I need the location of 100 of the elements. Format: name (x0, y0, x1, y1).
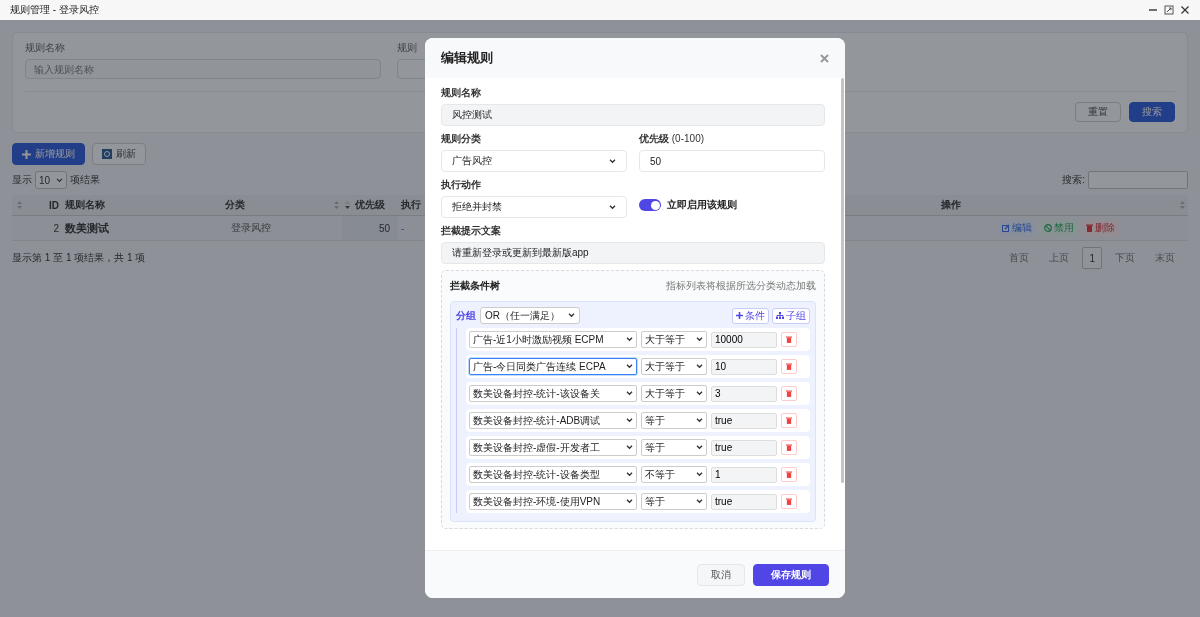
metric-select[interactable]: 广告-今日同类广告连续 ECPA (469, 358, 637, 375)
trash-icon (786, 336, 792, 343)
value-field[interactable]: 10 (711, 358, 777, 375)
logic-select[interactable]: OR（任一满足） (480, 307, 580, 324)
metric-select[interactable]: 广告-近1小时激励视频 ECPM (469, 331, 637, 348)
scrollbar[interactable] (841, 78, 844, 483)
chevron-icon (626, 499, 633, 504)
chevron-icon (626, 445, 633, 450)
metric-select[interactable]: 数美设备封控-统计-该设备关 (469, 385, 637, 402)
chevron-icon (626, 418, 633, 423)
trash-icon (1086, 224, 1093, 232)
chevron-icon (696, 445, 703, 450)
delete-button[interactable] (781, 359, 797, 374)
delete-button[interactable] (781, 386, 797, 401)
delete-button[interactable] (781, 440, 797, 455)
operator-select[interactable]: 大于等于 (641, 358, 707, 375)
operator-select[interactable]: 不等于 (641, 466, 707, 483)
chevron-icon (696, 418, 703, 423)
trash-icon (786, 498, 792, 505)
operator-select[interactable]: 等于 (641, 439, 707, 456)
trash-icon (786, 363, 792, 370)
column-header[interactable]: 规则名称 (65, 198, 105, 212)
metric-select[interactable]: 数美设备封控-环境-使用VPN (469, 493, 637, 510)
table-info: 显示第 1 至 1 项结果，共 1 项 (12, 251, 146, 265)
delete-button[interactable] (781, 494, 797, 509)
reset-button[interactable]: 重置 (1075, 102, 1121, 122)
ban-icon (1044, 224, 1052, 232)
field-label: 执行动作 (441, 178, 482, 192)
value-field[interactable]: true (711, 412, 777, 429)
field-label: 规则名称 (441, 86, 482, 100)
trash-icon (786, 390, 792, 397)
filter-label: 规则 (397, 41, 418, 55)
search-button[interactable]: 搜索 (1129, 102, 1175, 122)
field-label: 优先级 (0-100) (639, 132, 706, 146)
length-label: 显示 (12, 173, 32, 187)
priority-field[interactable]: 50 (639, 150, 825, 172)
chevron-icon (568, 313, 575, 318)
plus-icon (736, 312, 743, 319)
value-field[interactable]: 1 (711, 466, 777, 483)
search-label: 搜索: (1062, 173, 1085, 187)
chevron-icon (696, 499, 703, 504)
chevron-icon (626, 364, 633, 369)
field-label: 规则分类 (441, 132, 482, 146)
trash-icon (786, 471, 792, 478)
chevron-icon (626, 472, 633, 477)
operator-select[interactable]: 大于等于 (641, 331, 707, 348)
metric-select[interactable]: 数美设备封控-统计-ADB调试 (469, 412, 637, 429)
field-label: 拦截提示文案 (441, 224, 502, 238)
close-icon[interactable] (1180, 5, 1190, 15)
chevron-icon (626, 337, 633, 342)
operator-select[interactable]: 大于等于 (641, 385, 707, 402)
category-tag: 登录风控 (231, 221, 271, 235)
trash-icon (786, 444, 792, 451)
column-header[interactable]: 执行 (401, 198, 421, 212)
rule-name-field[interactable]: 风控测试 (441, 104, 825, 126)
table-cell: - (401, 222, 405, 234)
message-field[interactable]: 请重新登录或更新到最新版app (441, 242, 825, 264)
hierarchy-icon (776, 312, 784, 319)
value-field[interactable]: 10000 (711, 331, 777, 348)
column-header[interactable]: 分类 (225, 198, 245, 212)
maximize-icon[interactable] (1164, 5, 1174, 15)
value-field[interactable]: 3 (711, 385, 777, 402)
value-field[interactable]: true (711, 493, 777, 510)
chevron-icon (696, 472, 703, 477)
operator-select[interactable]: 等于 (641, 412, 707, 429)
filter-label: 规则名称 (25, 41, 66, 55)
delete-button[interactable] (781, 413, 797, 428)
metric-select[interactable]: 数美设备封控-虚假-开发者工 (469, 439, 637, 456)
enable-toggle[interactable] (639, 199, 661, 211)
cancel-button[interactable]: 取消 (697, 563, 745, 586)
refresh-icon (102, 149, 112, 159)
operator-select[interactable]: 等于 (641, 493, 707, 510)
add-rule-button[interactable]: 新增规则 (12, 143, 85, 165)
add-subgroup-button[interactable]: 子组 (772, 307, 810, 324)
add-condition-button[interactable]: 条件 (732, 307, 769, 324)
group-label: 分组 (456, 308, 476, 323)
page-button[interactable]: 1 (1082, 247, 1102, 269)
table-cell: 50 (342, 216, 398, 241)
page-length-select[interactable]: 10 (35, 171, 68, 189)
delete-button[interactable] (781, 332, 797, 347)
metric-select[interactable]: 数美设备封控-统计-设备类型 (469, 466, 637, 483)
save-button[interactable]: 保存规则 (753, 563, 829, 586)
edit-icon (1002, 224, 1010, 232)
column-header[interactable]: 操作 (941, 198, 961, 212)
refresh-button[interactable]: 刷新 (92, 143, 146, 165)
chevron-icon (696, 337, 703, 342)
value-field[interactable]: true (711, 439, 777, 456)
panel-hint: 指标列表将根据所选分类动态加载 (666, 279, 816, 293)
window-title: 规则管理 - 登录风控 (10, 3, 99, 17)
dialog-title: 编辑规则 (441, 49, 493, 67)
category-select[interactable]: 广告风控 (441, 150, 627, 172)
trash-icon (786, 417, 792, 424)
sort-icon[interactable] (345, 201, 350, 209)
chevron-icon (609, 204, 616, 210)
length-label: 项结果 (70, 173, 101, 187)
action-select[interactable]: 拒绝并封禁 (441, 196, 627, 218)
panel-title: 拦截条件树 (450, 279, 500, 293)
toggle-label: 立即启用该规则 (667, 198, 737, 212)
table-search-field[interactable] (1088, 171, 1188, 189)
delete-button[interactable] (781, 467, 797, 482)
